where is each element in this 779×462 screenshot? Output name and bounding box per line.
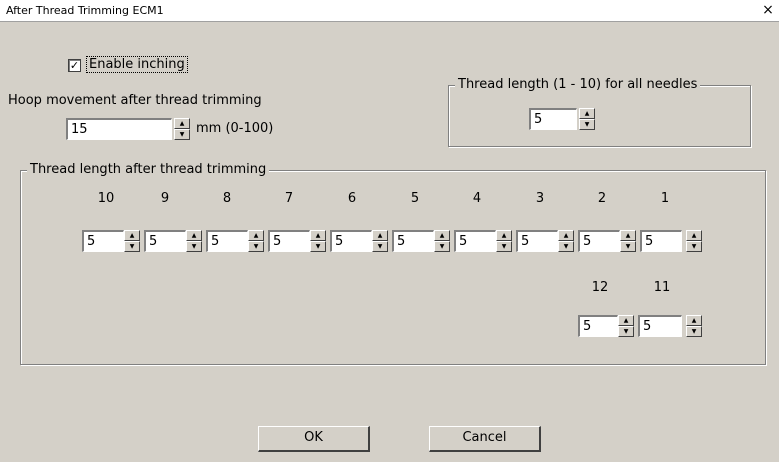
all-needles-spinner[interactable]: 5 ▲ ▼	[529, 108, 595, 130]
window-title: After Thread Trimming ECM1	[6, 4, 164, 17]
spin-up-icon[interactable]: ▲	[174, 118, 190, 129]
thread-length-spinner-needle-5[interactable]: 5 ▲ ▼	[392, 230, 452, 252]
spin-down-icon[interactable]: ▼	[174, 129, 190, 140]
spin-down-icon[interactable]: ▼	[579, 119, 595, 130]
thread-length-spinner-needle-12[interactable]: 5 ▲ ▼	[578, 315, 638, 337]
thread-length-input[interactable]: 5	[392, 230, 434, 252]
spin-up-icon[interactable]: ▲	[558, 230, 574, 241]
needle-number: 3	[535, 191, 545, 206]
spin-up-icon[interactable]: ▲	[686, 230, 702, 241]
spin-up-icon[interactable]: ▲	[186, 230, 202, 241]
thread-length-input[interactable]: 5	[206, 230, 248, 252]
thread-length-input[interactable]: 5	[82, 230, 124, 252]
spin-up-icon[interactable]: ▲	[310, 230, 326, 241]
thread-length-spinner-needle-8[interactable]: 5 ▲ ▼	[206, 230, 266, 252]
thread-length-spinner-needle-9[interactable]: 5 ▲ ▼	[144, 230, 204, 252]
spin-up-icon[interactable]: ▲	[620, 230, 636, 241]
cancel-button[interactable]: Cancel	[429, 426, 541, 452]
close-icon[interactable]: ×	[760, 2, 776, 18]
hoop-movement-spinner[interactable]: 15 ▲ ▼	[66, 118, 192, 140]
needle-number: 8	[222, 191, 232, 206]
spin-up-icon[interactable]: ▲	[496, 230, 512, 241]
needle-number: 12	[591, 280, 609, 295]
thread-length-spinner-needle-6[interactable]: 5 ▲ ▼	[330, 230, 390, 252]
thread-length-input[interactable]: 5	[144, 230, 186, 252]
spin-down-icon[interactable]: ▼	[124, 241, 140, 252]
spin-up-icon[interactable]: ▲	[579, 108, 595, 119]
thread-length-spinner-needle-11[interactable]: 5 ▲ ▼	[638, 315, 702, 337]
spin-down-icon[interactable]: ▼	[496, 241, 512, 252]
hoop-unit-label: mm (0-100)	[196, 121, 274, 136]
needle-number: 2	[597, 191, 607, 206]
all-needles-group: Thread length (1 - 10) for all needles	[448, 77, 751, 147]
thread-length-input[interactable]: 5	[640, 230, 682, 252]
all-needles-input[interactable]: 5	[529, 108, 577, 130]
spin-up-icon[interactable]: ▲	[434, 230, 450, 241]
spin-up-icon[interactable]: ▲	[686, 315, 702, 326]
title-bar: After Thread Trimming ECM1 ×	[0, 0, 779, 22]
needle-number: 5	[410, 191, 420, 206]
thread-length-title: Thread length after thread trimming	[27, 162, 270, 177]
spin-up-icon[interactable]: ▲	[372, 230, 388, 241]
thread-length-input[interactable]: 5	[454, 230, 496, 252]
thread-length-spinner-needle-10[interactable]: 5 ▲ ▼	[82, 230, 142, 252]
hoop-movement-label: Hoop movement after thread trimming	[8, 93, 262, 108]
spin-up-icon[interactable]: ▲	[618, 315, 634, 326]
needle-number: 4	[472, 191, 482, 206]
spin-down-icon[interactable]: ▼	[686, 326, 702, 337]
ok-button[interactable]: OK	[258, 426, 370, 452]
thread-length-spinner-needle-1[interactable]: 5 ▲ ▼	[640, 230, 702, 252]
thread-length-input[interactable]: 5	[516, 230, 558, 252]
thread-length-spinner-needle-2[interactable]: 5 ▲ ▼	[578, 230, 638, 252]
spin-up-icon[interactable]: ▲	[124, 230, 140, 241]
spin-down-icon[interactable]: ▼	[372, 241, 388, 252]
enable-inching-checkbox[interactable]: ✓	[68, 59, 81, 72]
spin-down-icon[interactable]: ▼	[618, 326, 634, 337]
needle-number: 7	[284, 191, 294, 206]
hoop-movement-input[interactable]: 15	[66, 118, 172, 140]
needle-number: 6	[347, 191, 357, 206]
needle-number: 1	[660, 191, 670, 206]
spin-down-icon[interactable]: ▼	[248, 241, 264, 252]
spin-up-icon[interactable]: ▲	[248, 230, 264, 241]
thread-length-input[interactable]: 5	[638, 315, 682, 337]
needle-number: 9	[160, 191, 170, 206]
needle-number: 10	[97, 191, 115, 206]
spin-down-icon[interactable]: ▼	[558, 241, 574, 252]
thread-length-spinner-needle-4[interactable]: 5 ▲ ▼	[454, 230, 514, 252]
spin-down-icon[interactable]: ▼	[310, 241, 326, 252]
thread-length-input[interactable]: 5	[268, 230, 310, 252]
spin-down-icon[interactable]: ▼	[620, 241, 636, 252]
spin-down-icon[interactable]: ▼	[186, 241, 202, 252]
thread-length-spinner-needle-7[interactable]: 5 ▲ ▼	[268, 230, 328, 252]
thread-length-input[interactable]: 5	[578, 315, 618, 337]
spin-down-icon[interactable]: ▼	[434, 241, 450, 252]
needle-number: 11	[653, 280, 671, 295]
all-needles-title: Thread length (1 - 10) for all needles	[455, 77, 701, 92]
thread-length-input[interactable]: 5	[578, 230, 620, 252]
thread-length-spinner-needle-3[interactable]: 5 ▲ ▼	[516, 230, 576, 252]
spin-down-icon[interactable]: ▼	[686, 241, 702, 252]
thread-length-input[interactable]: 5	[330, 230, 372, 252]
enable-inching-label[interactable]: Enable inching	[86, 56, 188, 73]
